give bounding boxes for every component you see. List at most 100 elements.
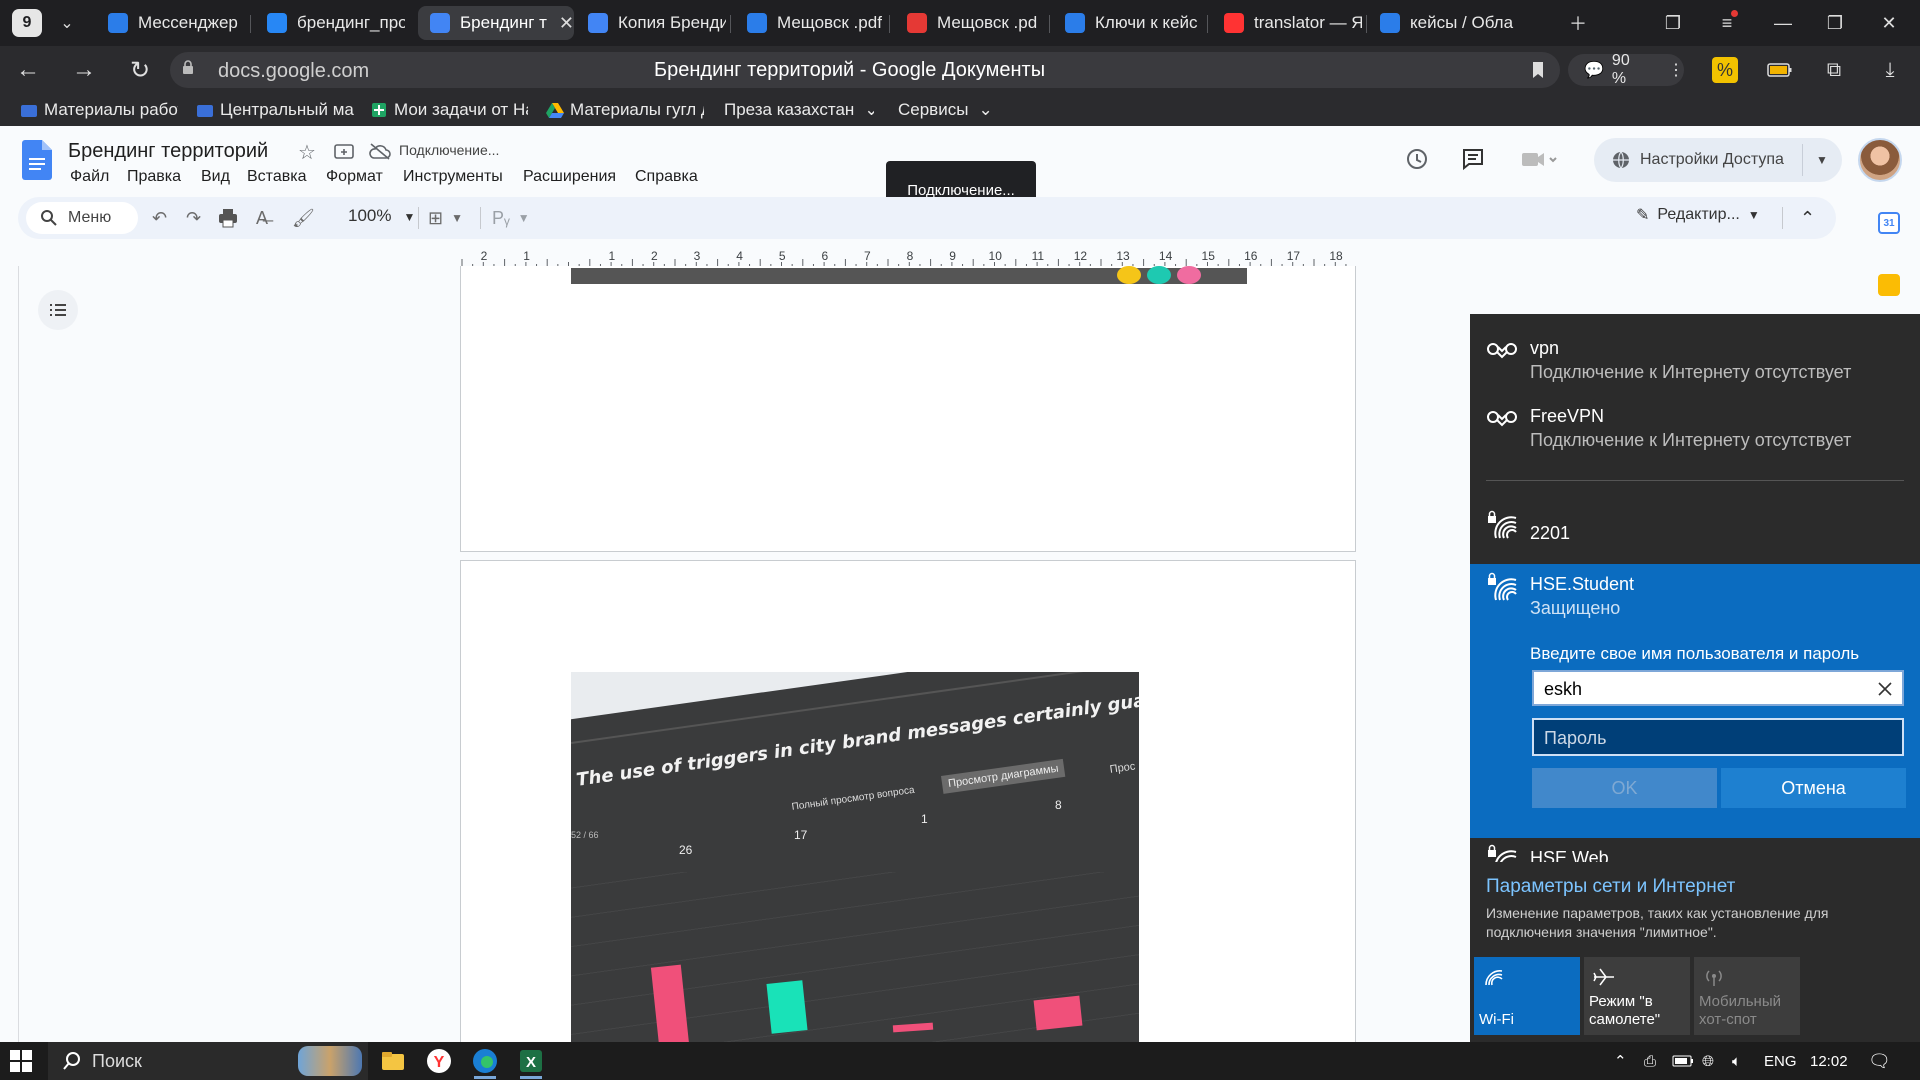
bookmark-item[interactable]: Мои задачи от На [370, 98, 528, 122]
password-input[interactable] [1544, 725, 1884, 751]
battery-icon[interactable] [1672, 1051, 1694, 1071]
browser-tab[interactable]: Мещовск .pdf [735, 6, 885, 40]
excel-icon[interactable]: X [518, 1048, 544, 1074]
insert-icon[interactable]: ⊞ ▼ [428, 207, 463, 229]
bookmark-folder-preza[interactable]: Преза казахстан ⌄ [724, 98, 874, 122]
browser-tab[interactable]: Ключи к кейс [1053, 6, 1203, 40]
more-vertical-icon[interactable]: ⋮ [1668, 60, 1684, 80]
network-globe-icon[interactable]: 🌐︎ [1702, 1051, 1714, 1071]
meet-icon[interactable] [1520, 146, 1560, 172]
keep-icon[interactable] [1878, 274, 1900, 296]
menu-insert[interactable]: Вставка [247, 168, 306, 186]
menu-file[interactable]: Файл [70, 168, 109, 186]
input-language[interactable]: ENG [1764, 1051, 1797, 1071]
tab-counter-button[interactable]: 9 [12, 9, 42, 37]
clock[interactable]: 12:02 [1810, 1051, 1848, 1071]
battery-extension-icon[interactable] [1766, 56, 1794, 84]
menu-extensions[interactable]: Расширения [523, 168, 616, 186]
cancel-button[interactable]: Отмена [1721, 768, 1906, 808]
back-icon[interactable]: ← [14, 56, 42, 84]
file-explorer-icon[interactable] [380, 1048, 406, 1074]
forward-icon[interactable]: → [70, 56, 98, 84]
windows-start-icon[interactable] [10, 1050, 32, 1072]
bookmark-item[interactable]: Центральный ма [196, 98, 354, 122]
taskbar-search[interactable]: Поиск [48, 1042, 368, 1080]
bookmark-icon[interactable] [1526, 58, 1550, 82]
bookmark-folder-services[interactable]: Сервисы ⌄ [898, 98, 1008, 122]
browser-tab[interactable]: Мещовск .pd [895, 6, 1045, 40]
action-center-icon[interactable]: 🗨︎ [1868, 1051, 1891, 1071]
embedded-photo[interactable]: The use of triggers in city brand messag… [571, 672, 1139, 1042]
version-history-icon[interactable] [1404, 146, 1430, 172]
bookmark-item[interactable]: Материалы работ [20, 98, 178, 122]
share-dropdown-icon[interactable]: ▼ [1816, 153, 1828, 167]
star-icon[interactable]: ☆ [298, 140, 316, 165]
wifi-toggle[interactable]: Wi-Fi [1474, 957, 1580, 1035]
network-freevpn[interactable]: FreeVPN Подключение к Интернету отсутств… [1470, 380, 1920, 450]
document-title[interactable]: Брендинг территорий [68, 140, 268, 163]
menu-view[interactable]: Вид [201, 168, 230, 186]
browser-tab[interactable]: Мессенджер [96, 6, 246, 40]
usb-device-icon[interactable]: ⎙ [1644, 1051, 1656, 1071]
close-tab-icon[interactable]: ✕ [559, 13, 574, 34]
yandex-browser-icon[interactable]: Y [426, 1048, 452, 1074]
close-window-button[interactable]: ✕ [1876, 10, 1902, 36]
avatar[interactable] [1858, 138, 1902, 182]
restore-button[interactable]: ❐ [1822, 10, 1848, 36]
omnibox[interactable]: docs.google.com Брендинг территорий - Go… [170, 52, 1560, 88]
menu-format[interactable]: Формат [326, 168, 383, 186]
share-button[interactable]: Настройки Доступа ▼ [1594, 138, 1842, 182]
collapse-menus-icon[interactable]: ⌃ [1800, 207, 1815, 229]
show-hidden-icons[interactable]: ⌃ [1614, 1051, 1627, 1071]
document-outline-button[interactable] [38, 290, 78, 330]
cashback-extension-icon[interactable]: % [1712, 57, 1738, 83]
undo-icon[interactable]: ↶ [152, 207, 167, 229]
browser-tab[interactable]: translator — Я [1212, 6, 1362, 40]
airplane-mode-toggle[interactable]: Режим "в самолете" [1584, 957, 1690, 1035]
minimize-button[interactable]: — [1770, 10, 1796, 36]
text-style-icon[interactable]: Pᵧ ▼ [492, 207, 530, 229]
redo-icon[interactable]: ↷ [186, 207, 201, 229]
network-settings-link[interactable]: Параметры сети и Интернет [1486, 876, 1735, 898]
browser-tab[interactable]: брендинг_про [255, 6, 405, 40]
menu-edit[interactable]: Правка [127, 168, 181, 186]
volume-muted-icon[interactable]: 🔈︎ [1732, 1051, 1741, 1071]
zoom-select[interactable]: 100% ▼ [348, 206, 415, 226]
zoom-pill[interactable]: 💬 90 % ⋮ [1568, 52, 1684, 87]
mobile-hotspot-toggle[interactable]: Мобильный хот-спот [1694, 957, 1800, 1035]
browser-tab[interactable]: Копия Бренди [576, 6, 726, 40]
username-input[interactable] [1544, 676, 1864, 702]
reload-icon[interactable]: ↻ [126, 56, 154, 84]
network-hse-web[interactable]: HSE.Web [1470, 842, 1920, 862]
spellcheck-icon[interactable]: A̶ [256, 207, 268, 229]
network-2201[interactable]: 2201 [1470, 490, 1920, 560]
print-icon[interactable] [218, 207, 238, 229]
google-docs-logo-icon[interactable] [22, 140, 52, 180]
embedded-image-top[interactable] [571, 266, 1247, 284]
paint-format-icon[interactable]: 🖌 [292, 207, 315, 229]
browser-tab[interactable]: Брендинг т ✕ [418, 6, 574, 40]
clear-icon[interactable] [1876, 680, 1894, 698]
ok-button[interactable]: OK [1532, 768, 1717, 808]
network-vpn[interactable]: vpn Подключение к Интернету отсутствует [1470, 314, 1920, 382]
calendar-icon[interactable]: 31 [1878, 212, 1900, 234]
new-tab-button[interactable]: ＋ [1565, 10, 1591, 36]
menu-help[interactable]: Справка [635, 168, 698, 186]
collections-icon[interactable]: ❐ [1660, 10, 1686, 36]
tab-list-chevron-icon[interactable]: ⌄ [52, 9, 82, 37]
menu-search-button[interactable]: Меню [26, 202, 138, 234]
extensions-icon[interactable]: ⧉ [1820, 56, 1848, 84]
password-field[interactable] [1532, 718, 1904, 756]
editing-mode-select[interactable]: ✎ Редактир... ▼ [1636, 205, 1760, 225]
network-hse-student[interactable]: HSE.Student Защищено Введите свое имя по… [1470, 564, 1920, 838]
edge-icon[interactable] [472, 1048, 498, 1074]
menu-tools[interactable]: Инструменты [403, 168, 503, 186]
bookmark-item[interactable]: Материалы гугл д [546, 98, 704, 122]
browser-tab[interactable]: кейсы / Обла [1368, 6, 1518, 40]
notifications-icon[interactable]: ≡ [1714, 10, 1740, 36]
comments-icon[interactable] [1460, 146, 1486, 172]
document-page[interactable] [460, 266, 1356, 552]
username-field[interactable] [1532, 670, 1904, 706]
move-to-folder-icon[interactable] [334, 142, 354, 160]
downloads-icon[interactable]: ⤓ [1876, 56, 1904, 84]
